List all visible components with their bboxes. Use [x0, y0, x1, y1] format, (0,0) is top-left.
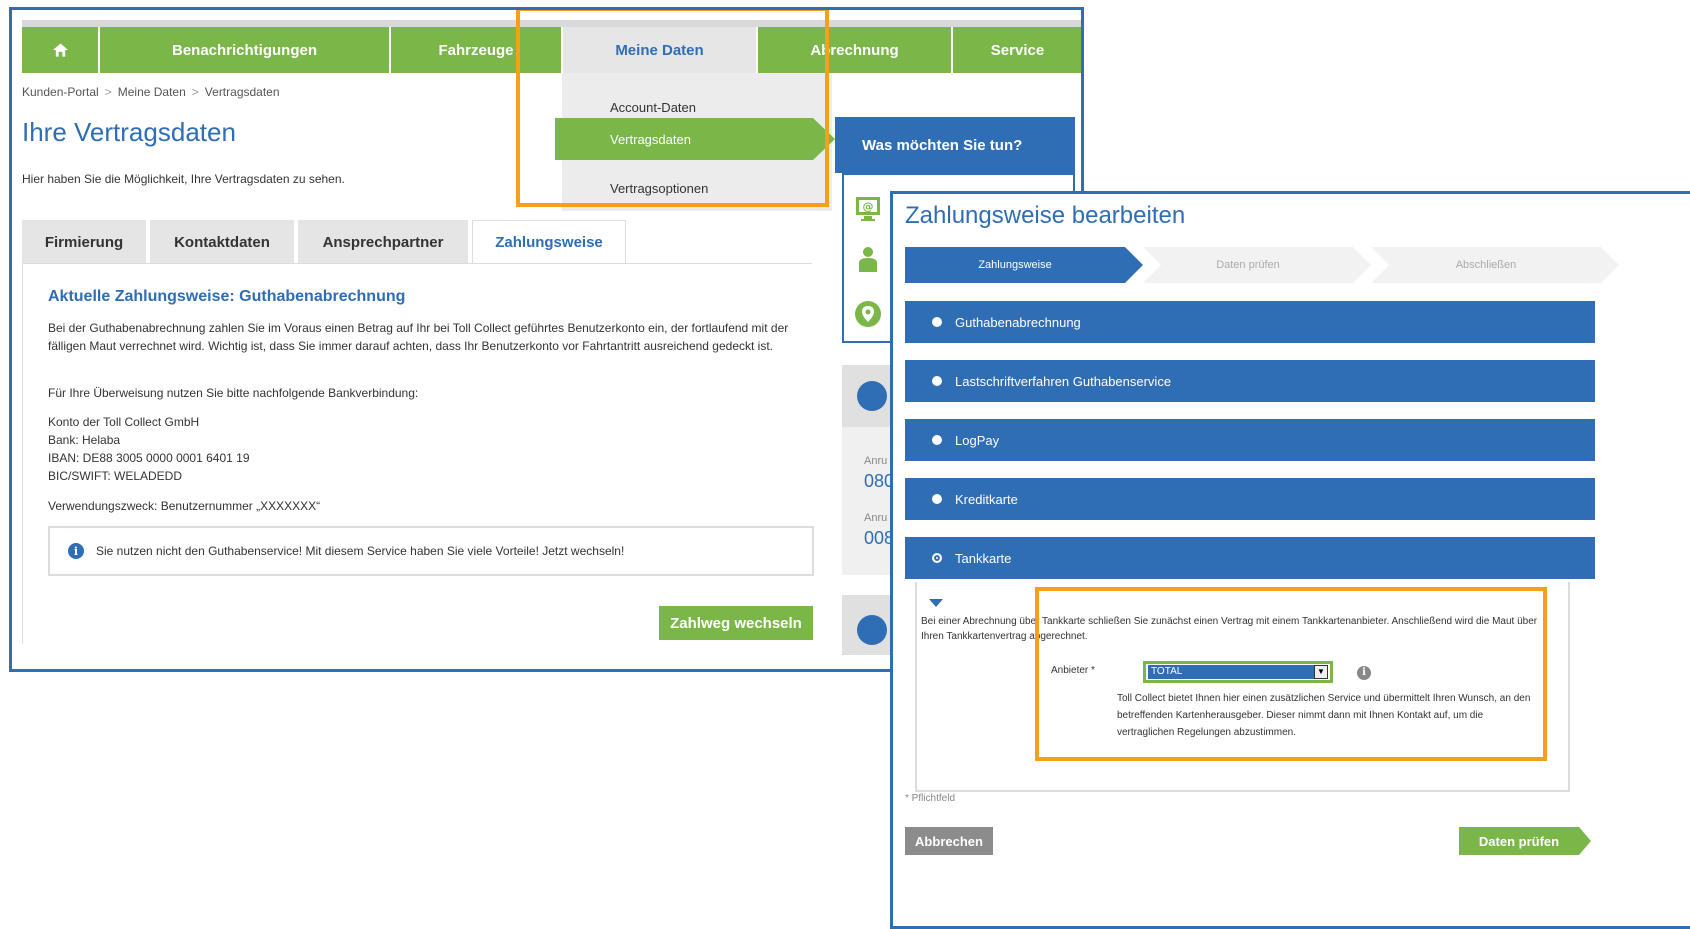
download-icon[interactable]	[857, 615, 887, 645]
payment-edit-dialog: Zahlungsweise bearbeiten Zahlungsweise D…	[890, 191, 1690, 929]
highlight-dropdown	[516, 10, 829, 207]
contact-label-2: Anru	[864, 512, 888, 524]
tab-zahlungsweise[interactable]: Zahlungsweise	[472, 220, 626, 264]
breadcrumb: Kunden-Portal > Meine Daten > Vertragsdaten	[22, 85, 280, 99]
required-field-note: * Pflichtfeld	[905, 793, 956, 804]
phone-icon	[857, 381, 887, 411]
page-intro: Hier haben Sie die Möglichkeit, Ihre Ver…	[22, 172, 345, 186]
bank-intro: Für Ihre Überweisung nutzen Sie bitte na…	[48, 386, 419, 400]
step-abschliessen: Abschließen	[1371, 247, 1619, 283]
tab-ansprechpartner[interactable]: Ansprechpartner	[298, 220, 468, 264]
option-lastschrift[interactable]: Lastschriftverfahren Guthabenservice	[905, 360, 1595, 402]
option-kreditkarte[interactable]: Kreditkarte	[905, 478, 1595, 520]
svg-text:@: @	[863, 200, 874, 213]
email-monitor-icon[interactable]: @	[854, 195, 882, 223]
cancel-button[interactable]: Abbrechen	[905, 827, 993, 855]
page-title: Ihre Vertragsdaten	[22, 117, 236, 147]
radio-button[interactable]	[932, 317, 942, 327]
tab-firmierung[interactable]: Firmierung	[22, 220, 146, 264]
radio-button[interactable]	[932, 376, 942, 386]
breadcrumb-vertragsdaten: Vertragsdaten	[204, 85, 280, 99]
option-label: Kreditkarte	[955, 491, 1018, 507]
location-pin-icon[interactable]	[854, 300, 882, 328]
breadcrumb-kunden-portal[interactable]: Kunden-Portal	[22, 85, 99, 99]
radio-button[interactable]	[932, 494, 942, 504]
person-icon[interactable]	[854, 245, 882, 273]
bank-name: Bank: Helaba	[48, 433, 121, 447]
step-zahlungsweise: Zahlungsweise	[905, 247, 1143, 283]
bank-iban: IBAN: DE88 3005 0000 0001 6401 19	[48, 451, 250, 465]
tab-bar: Firmierung Kontaktdaten Ansprechpartner …	[22, 220, 630, 264]
option-label: LogPay	[955, 432, 1000, 448]
option-guthabenabrechnung[interactable]: Guthabenabrechnung	[905, 301, 1595, 343]
dialog-title: Zahlungsweise bearbeiten	[905, 202, 1186, 229]
option-pointer	[929, 599, 943, 607]
nav-benachrichtigungen[interactable]: Benachrichtigungen	[100, 27, 391, 73]
guthabenservice-notice: i Sie nutzen nicht den Guthabenservice! …	[48, 526, 814, 576]
option-tankkarte[interactable]: Tankkarte	[905, 537, 1595, 579]
notice-text[interactable]: Sie nutzen nicht den Guthabenservice! Mi…	[96, 544, 624, 558]
radio-button[interactable]	[932, 435, 942, 445]
highlight-anbieter	[1035, 587, 1547, 761]
tab-kontaktdaten[interactable]: Kontaktdaten	[150, 220, 294, 264]
step-daten-pruefen: Daten prüfen	[1143, 247, 1371, 283]
bank-bic: BIC/SWIFT: WELADEDD	[48, 469, 183, 483]
payment-purpose: Verwendungszweck: Benutzernummer „XXXXXX…	[48, 499, 321, 513]
home-button[interactable]	[22, 27, 100, 73]
option-label: Tankkarte	[955, 550, 1012, 566]
option-logpay[interactable]: LogPay	[905, 419, 1595, 461]
payment-description: Bei der Guthabenabrechnung zahlen Sie im…	[48, 321, 789, 353]
breadcrumb-meine-daten[interactable]: Meine Daten	[118, 85, 186, 99]
contact-label-1: Anru	[864, 455, 888, 467]
breadcrumb-separator: >	[104, 85, 112, 99]
side-actions-heading: Was möchten Sie tun?	[835, 117, 1075, 183]
home-icon	[52, 43, 68, 57]
option-label: Lastschriftverfahren Guthabenservice	[955, 373, 1172, 389]
breadcrumb-separator: >	[191, 85, 199, 99]
bank-account-holder: Konto der Toll Collect GmbH	[48, 415, 200, 429]
info-icon: i	[68, 543, 84, 559]
nav-service[interactable]: Service	[953, 27, 1081, 73]
step-indicator: Zahlungsweise Daten prüfen Abschließen	[905, 247, 1619, 283]
radio-button-selected[interactable]	[932, 553, 942, 563]
payment-panel: Aktuelle Zahlungsweise: Guthabenabrechnu…	[22, 264, 814, 644]
current-payment-heading: Aktuelle Zahlungsweise: Guthabenabrechnu…	[48, 288, 406, 305]
switch-payment-button[interactable]: Zahlweg wechseln	[659, 606, 813, 640]
check-data-button[interactable]: Daten prüfen	[1459, 827, 1591, 855]
option-label: Guthabenabrechnung	[955, 314, 1081, 330]
